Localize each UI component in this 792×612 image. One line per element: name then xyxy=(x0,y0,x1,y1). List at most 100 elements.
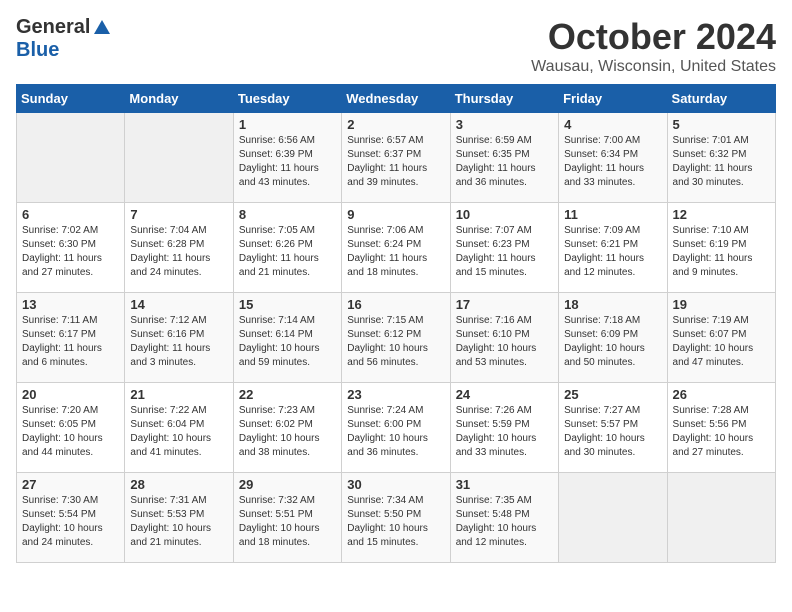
calendar-cell: 2Sunrise: 6:57 AMSunset: 6:37 PMDaylight… xyxy=(342,113,450,203)
day-number: 24 xyxy=(456,387,553,402)
cell-info: Sunrise: 7:04 AMSunset: 6:28 PMDaylight:… xyxy=(130,224,227,280)
day-number: 22 xyxy=(239,387,336,402)
day-number: 3 xyxy=(456,117,553,132)
weekday-header-thursday: Thursday xyxy=(450,85,558,113)
calendar-cell: 20 Sunrise: 7:20 AMSunset: 6:05 PMDayligh… xyxy=(17,383,125,473)
cell-info: Sunrise: 7:02 AMSunset: 6:30 PMDaylight:… xyxy=(22,224,119,280)
cell-info: Sunrise: 7:12 AMSunset: 6:16 PMDaylight:… xyxy=(130,314,227,370)
cell-info: Sunrise: 7:20 AMSunset: 6:05 PMDaylight:… xyxy=(22,404,119,460)
weekday-header-tuesday: Tuesday xyxy=(233,85,341,113)
calendar-cell: 22 Sunrise: 7:23 AMSunset: 6:02 PMDayligh… xyxy=(233,383,341,473)
calendar-cell xyxy=(17,113,125,203)
cell-info: Sunrise: 7:30 AMSunset: 5:54 PMDaylight:… xyxy=(22,494,119,550)
cell-info: Sunrise: 7:28 AMSunset: 5:56 PMDaylight:… xyxy=(673,404,770,460)
calendar-cell: 14 Sunrise: 7:12 AMSunset: 6:16 PMDayligh… xyxy=(125,293,233,383)
month-title: October 2024 xyxy=(531,16,776,58)
calendar-week-row: 27 Sunrise: 7:30 AMSunset: 5:54 PMDayligh… xyxy=(17,473,776,563)
day-number: 13 xyxy=(22,297,119,312)
cell-info: Sunrise: 7:34 AMSunset: 5:50 PMDaylight:… xyxy=(347,494,444,550)
day-number: 6 xyxy=(22,207,119,222)
calendar-week-row: 6 Sunrise: 7:02 AMSunset: 6:30 PMDaylight… xyxy=(17,203,776,293)
calendar-cell: 27 Sunrise: 7:30 AMSunset: 5:54 PMDayligh… xyxy=(17,473,125,563)
cell-info: Sunrise: 7:11 AMSunset: 6:17 PMDaylight:… xyxy=(22,314,119,370)
calendar-cell: 15 Sunrise: 7:14 AMSunset: 6:14 PMDayligh… xyxy=(233,293,341,383)
calendar-cell: 6 Sunrise: 7:02 AMSunset: 6:30 PMDaylight… xyxy=(17,203,125,293)
calendar-table: SundayMondayTuesdayWednesdayThursdayFrid… xyxy=(16,84,776,563)
cell-info: Sunrise: 7:31 AMSunset: 5:53 PMDaylight:… xyxy=(130,494,227,550)
calendar-cell: 29 Sunrise: 7:32 AMSunset: 5:51 PMDayligh… xyxy=(233,473,341,563)
cell-info: Sunrise: 7:16 AMSunset: 6:10 PMDaylight:… xyxy=(456,314,553,370)
calendar-cell: 26Sunrise: 7:28 AMSunset: 5:56 PMDayligh… xyxy=(667,383,775,473)
calendar-cell: 13 Sunrise: 7:11 AMSunset: 6:17 PMDayligh… xyxy=(17,293,125,383)
cell-info: Sunrise: 7:14 AMSunset: 6:14 PMDaylight:… xyxy=(239,314,336,370)
title-block: October 2024 Wausau, Wisconsin, United S… xyxy=(531,16,776,76)
day-number: 21 xyxy=(130,387,227,402)
weekday-header-friday: Friday xyxy=(559,85,667,113)
calendar-cell: 28 Sunrise: 7:31 AMSunset: 5:53 PMDayligh… xyxy=(125,473,233,563)
weekday-header-sunday: Sunday xyxy=(17,85,125,113)
cell-info: Sunrise: 7:05 AMSunset: 6:26 PMDaylight:… xyxy=(239,224,336,280)
cell-info: Sunrise: 7:32 AMSunset: 5:51 PMDaylight:… xyxy=(239,494,336,550)
cell-info: Sunrise: 7:09 AMSunset: 6:21 PMDaylight:… xyxy=(564,224,661,280)
day-number: 27 xyxy=(22,477,119,492)
cell-info: Sunrise: 7:35 AMSunset: 5:48 PMDaylight:… xyxy=(456,494,553,550)
cell-info: Sunrise: 7:07 AMSunset: 6:23 PMDaylight:… xyxy=(456,224,553,280)
calendar-cell: 8Sunrise: 7:05 AMSunset: 6:26 PMDaylight… xyxy=(233,203,341,293)
day-number: 28 xyxy=(130,477,227,492)
calendar-cell xyxy=(667,473,775,563)
calendar-cell: 25 Sunrise: 7:27 AMSunset: 5:57 PMDayligh… xyxy=(559,383,667,473)
calendar-cell: 31 Sunrise: 7:35 AMSunset: 5:48 PMDayligh… xyxy=(450,473,558,563)
day-number: 2 xyxy=(347,117,444,132)
day-number: 16 xyxy=(347,297,444,312)
calendar-cell xyxy=(125,113,233,203)
calendar-week-row: 1 Sunrise: 6:56 AMSunset: 6:39 PMDaylight… xyxy=(17,113,776,203)
logo-general-text: General xyxy=(16,16,90,39)
calendar-cell: 16 Sunrise: 7:15 AMSunset: 6:12 PMDayligh… xyxy=(342,293,450,383)
day-number: 29 xyxy=(239,477,336,492)
cell-info: Sunrise: 7:06 AMSunset: 6:24 PMDaylight:… xyxy=(347,224,444,280)
cell-info: Sunrise: 7:19 AMSunset: 6:07 PMDaylight:… xyxy=(673,314,770,370)
cell-info: Sunrise: 7:26 AMSunset: 5:59 PMDaylight:… xyxy=(456,404,553,460)
calendar-week-row: 20 Sunrise: 7:20 AMSunset: 6:05 PMDayligh… xyxy=(17,383,776,473)
day-number: 1 xyxy=(239,117,336,132)
day-number: 14 xyxy=(130,297,227,312)
day-number: 17 xyxy=(456,297,553,312)
page-header: General Blue October 2024 Wausau, Wiscon… xyxy=(16,16,776,76)
day-number: 11 xyxy=(564,207,661,222)
day-number: 20 xyxy=(22,387,119,402)
day-number: 31 xyxy=(456,477,553,492)
calendar-cell: 11 Sunrise: 7:09 AMSunset: 6:21 PMDayligh… xyxy=(559,203,667,293)
calendar-cell: 4 Sunrise: 7:00 AMSunset: 6:34 PMDaylight… xyxy=(559,113,667,203)
cell-info: Sunrise: 6:56 AMSunset: 6:39 PMDaylight:… xyxy=(239,134,336,190)
calendar-cell: 10Sunrise: 7:07 AMSunset: 6:23 PMDayligh… xyxy=(450,203,558,293)
calendar-week-row: 13 Sunrise: 7:11 AMSunset: 6:17 PMDayligh… xyxy=(17,293,776,383)
day-number: 12 xyxy=(673,207,770,222)
calendar-cell: 18Sunrise: 7:18 AMSunset: 6:09 PMDayligh… xyxy=(559,293,667,383)
calendar-cell: 5Sunrise: 7:01 AMSunset: 6:32 PMDaylight… xyxy=(667,113,775,203)
cell-info: Sunrise: 7:15 AMSunset: 6:12 PMDaylight:… xyxy=(347,314,444,370)
day-number: 25 xyxy=(564,387,661,402)
calendar-cell xyxy=(559,473,667,563)
calendar-cell: 19 Sunrise: 7:19 AMSunset: 6:07 PMDayligh… xyxy=(667,293,775,383)
logo-triangle-icon xyxy=(92,18,112,38)
day-number: 30 xyxy=(347,477,444,492)
calendar-cell: 21 Sunrise: 7:22 AMSunset: 6:04 PMDayligh… xyxy=(125,383,233,473)
day-number: 19 xyxy=(673,297,770,312)
calendar-cell: 30 Sunrise: 7:34 AMSunset: 5:50 PMDayligh… xyxy=(342,473,450,563)
cell-info: Sunrise: 7:22 AMSunset: 6:04 PMDaylight:… xyxy=(130,404,227,460)
day-number: 23 xyxy=(347,387,444,402)
calendar-cell: 1 Sunrise: 6:56 AMSunset: 6:39 PMDaylight… xyxy=(233,113,341,203)
logo-blue-text: Blue xyxy=(16,39,59,61)
calendar-cell: 23 Sunrise: 7:24 AMSunset: 6:00 PMDayligh… xyxy=(342,383,450,473)
cell-info: Sunrise: 7:01 AMSunset: 6:32 PMDaylight:… xyxy=(673,134,770,190)
cell-info: Sunrise: 7:24 AMSunset: 6:00 PMDaylight:… xyxy=(347,404,444,460)
cell-info: Sunrise: 7:23 AMSunset: 6:02 PMDaylight:… xyxy=(239,404,336,460)
cell-info: Sunrise: 7:00 AMSunset: 6:34 PMDaylight:… xyxy=(564,134,661,190)
calendar-cell: 7Sunrise: 7:04 AMSunset: 6:28 PMDaylight… xyxy=(125,203,233,293)
day-number: 15 xyxy=(239,297,336,312)
cell-info: Sunrise: 7:27 AMSunset: 5:57 PMDaylight:… xyxy=(564,404,661,460)
day-number: 9 xyxy=(347,207,444,222)
calendar-cell: 3Sunrise: 6:59 AMSunset: 6:35 PMDaylight… xyxy=(450,113,558,203)
weekday-header-wednesday: Wednesday xyxy=(342,85,450,113)
day-number: 4 xyxy=(564,117,661,132)
